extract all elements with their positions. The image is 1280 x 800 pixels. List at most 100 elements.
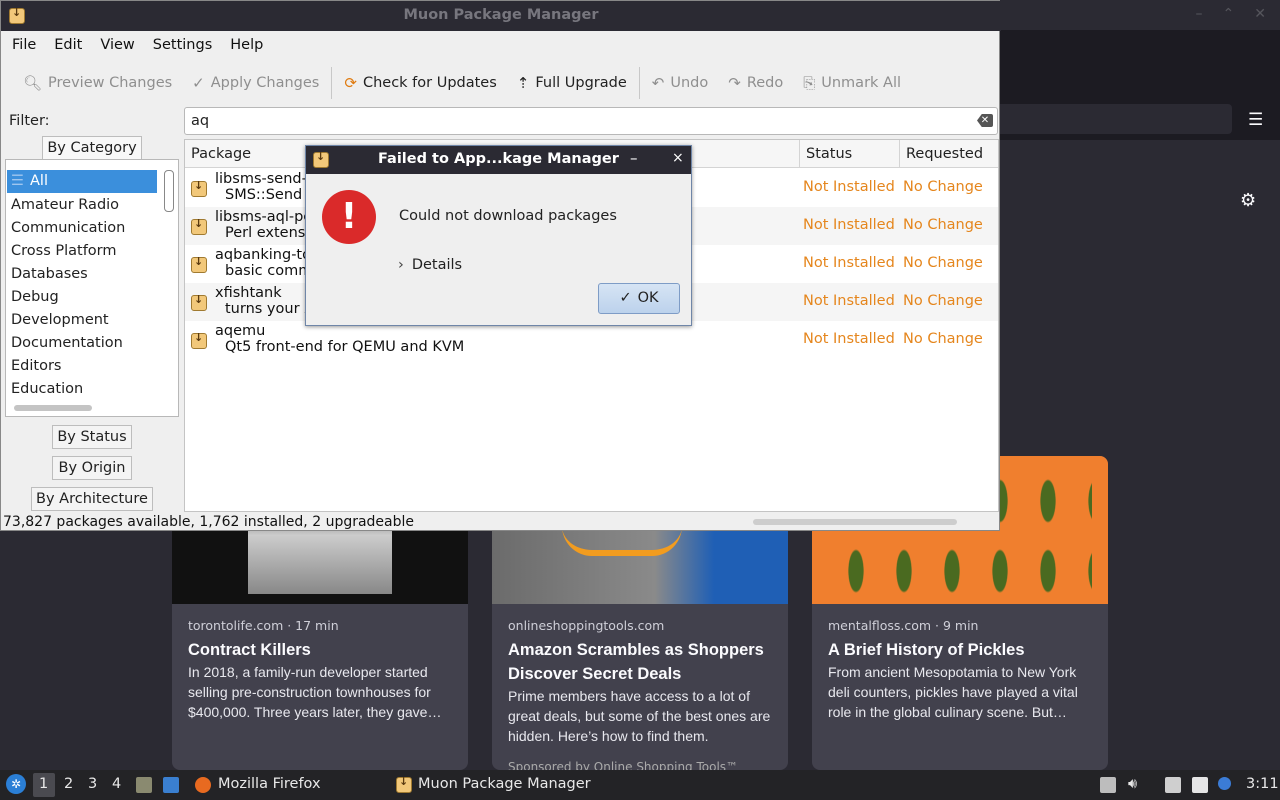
filter-input[interactable]: aq ✕: [184, 107, 998, 135]
menu-settings[interactable]: Settings: [144, 33, 221, 59]
dialog-titlebar: Failed to App...kage Manager – ×: [306, 146, 691, 174]
preview-changes-button[interactable]: 🔍︎ Preview Changes: [13, 67, 182, 99]
undo-label: Undo: [670, 75, 709, 91]
category-item[interactable]: Education: [11, 378, 83, 401]
package-icon: [191, 255, 207, 273]
story-description: From ancient Mesopotamia to New York del…: [828, 664, 1078, 720]
package-requested: No Change: [903, 293, 983, 309]
package-name: libsms-send-a: [215, 171, 316, 187]
redo-label: Redo: [746, 75, 784, 91]
window-title: Muon Package Manager: [403, 7, 599, 23]
upgrade-icon: ⇡: [516, 74, 530, 92]
package-requested: No Change: [903, 217, 983, 233]
check-for-updates-button[interactable]: ⟳ Check for Updates: [334, 67, 506, 99]
check-icon: ✓: [619, 290, 632, 306]
column-header-status[interactable]: Status: [800, 140, 900, 168]
ok-button[interactable]: ✓ OK: [598, 283, 680, 314]
menu-help[interactable]: Help: [221, 33, 272, 59]
story-title[interactable]: A Brief History of Pickles: [828, 638, 1098, 662]
clock[interactable]: 3:11: [1246, 776, 1279, 792]
menu-file[interactable]: File: [3, 33, 45, 59]
tab-by-architecture[interactable]: By Architecture: [31, 487, 153, 511]
close-button[interactable]: ×: [672, 150, 684, 166]
package-icon: [191, 293, 207, 311]
story-sponsor: Sponsored by Online Shopping Tools™: [508, 760, 739, 770]
category-item[interactable]: Amateur Radio: [11, 194, 119, 217]
menu-view[interactable]: View: [91, 33, 143, 59]
file-manager-icon[interactable]: [136, 777, 152, 793]
category-item[interactable]: Cross Platform: [11, 240, 117, 263]
category-item[interactable]: ☰ All: [7, 170, 157, 193]
updates-icon[interactable]: [1100, 777, 1116, 793]
preview-changes-label: Preview Changes: [48, 75, 173, 91]
dialog-title: Failed to App...kage Manager: [378, 151, 619, 167]
package-requested: No Change: [903, 331, 983, 347]
redo-icon: ↷: [728, 74, 741, 92]
minimize-icon[interactable]: –: [1196, 6, 1203, 22]
clipboard-icon[interactable]: [1192, 777, 1208, 793]
category-item[interactable]: Communication: [11, 217, 125, 240]
story-meta: mentalfloss.com · 9 min: [828, 618, 979, 633]
redo-button[interactable]: ↷ Redo: [718, 67, 793, 99]
volume-icon[interactable]: 🔊︎: [1128, 776, 1137, 792]
clear-icon[interactable]: ✕: [977, 114, 993, 127]
close-icon[interactable]: ✕: [1254, 6, 1266, 22]
gear-icon[interactable]: ⚙: [1240, 190, 1256, 211]
horizontal-scrollbar[interactable]: [753, 519, 957, 525]
browser-urlbar[interactable]: [1000, 104, 1232, 134]
package-status: Not Installed: [803, 255, 895, 271]
toolbar-separator: [331, 67, 333, 99]
details-label: Details: [411, 257, 463, 273]
filter-value: aq: [191, 113, 210, 129]
category-list: ☰ All Amateur Radio Communication Cross P…: [5, 159, 179, 417]
notification-icon[interactable]: [1218, 777, 1231, 790]
minimize-button[interactable]: –: [630, 149, 638, 167]
category-item[interactable]: Development: [11, 309, 109, 332]
unmark-all-button[interactable]: ⎘ Unmark All: [793, 67, 911, 99]
tab-by-category[interactable]: By Category: [42, 136, 142, 160]
tab-by-status[interactable]: By Status: [52, 425, 132, 449]
ok-label: OK: [637, 290, 659, 306]
vertical-scrollbar[interactable]: [164, 170, 174, 212]
package-icon: [191, 217, 207, 235]
menu-edit[interactable]: Edit: [45, 33, 91, 59]
story-title[interactable]: Amazon Scrambles as Shoppers Discover Se…: [508, 638, 778, 686]
story-meta: torontolife.com · 17 min: [188, 618, 339, 633]
package-name: libsms-aql-pe: [215, 209, 313, 225]
workspace-3[interactable]: 3: [88, 776, 97, 792]
story-description: Prime members have access to a lot of gr…: [508, 688, 771, 744]
apply-changes-button[interactable]: ✓ Apply Changes: [182, 67, 329, 99]
check-for-updates-label: Check for Updates: [362, 75, 497, 91]
filter-label: Filter:: [9, 113, 50, 129]
story-title[interactable]: Contract Killers: [188, 638, 458, 662]
unmark-icon: ⎘: [803, 74, 816, 92]
details-expander[interactable]: › Details: [398, 257, 462, 273]
workspace-1[interactable]: 1: [39, 776, 48, 792]
category-item[interactable]: Documentation: [11, 332, 123, 355]
undo-button[interactable]: ↶ Undo: [642, 67, 718, 99]
category-item[interactable]: Debug: [11, 286, 59, 309]
maximize-icon[interactable]: ⌃: [1223, 6, 1235, 22]
refresh-icon: ⟳: [344, 74, 357, 92]
column-header-requested[interactable]: Requested: [900, 140, 998, 168]
search-icon: 🔍︎: [23, 74, 43, 92]
taskbar-firefox[interactable]: Mozilla Firefox: [218, 776, 321, 792]
show-desktop-icon[interactable]: [163, 777, 179, 793]
hamburger-menu-icon[interactable]: ☰: [1248, 110, 1263, 130]
taskbar-muon[interactable]: Muon Package Manager: [418, 776, 591, 792]
table-row[interactable]: aqemu Qt5 front-end for QEMU and KVM Not…: [185, 321, 998, 359]
full-upgrade-button[interactable]: ⇡ Full Upgrade: [507, 67, 637, 99]
status-bar: 73,827 packages available, 1,762 install…: [3, 514, 415, 530]
workspace-2[interactable]: 2: [64, 776, 73, 792]
story-description: In 2018, a family-run developer started …: [188, 664, 442, 720]
workspace-4[interactable]: 4: [112, 776, 121, 792]
tab-by-origin[interactable]: By Origin: [52, 456, 132, 480]
unmark-all-label: Unmark All: [821, 75, 902, 91]
category-item[interactable]: Editors: [11, 355, 61, 378]
package-description: SMS::Send d: [225, 187, 317, 203]
category-item[interactable]: Databases: [11, 263, 88, 286]
menu-bar: File Edit View Settings Help: [3, 33, 272, 59]
start-menu-icon[interactable]: ✲: [6, 774, 26, 794]
horizontal-scrollbar[interactable]: [14, 405, 92, 411]
network-icon[interactable]: [1165, 777, 1181, 793]
